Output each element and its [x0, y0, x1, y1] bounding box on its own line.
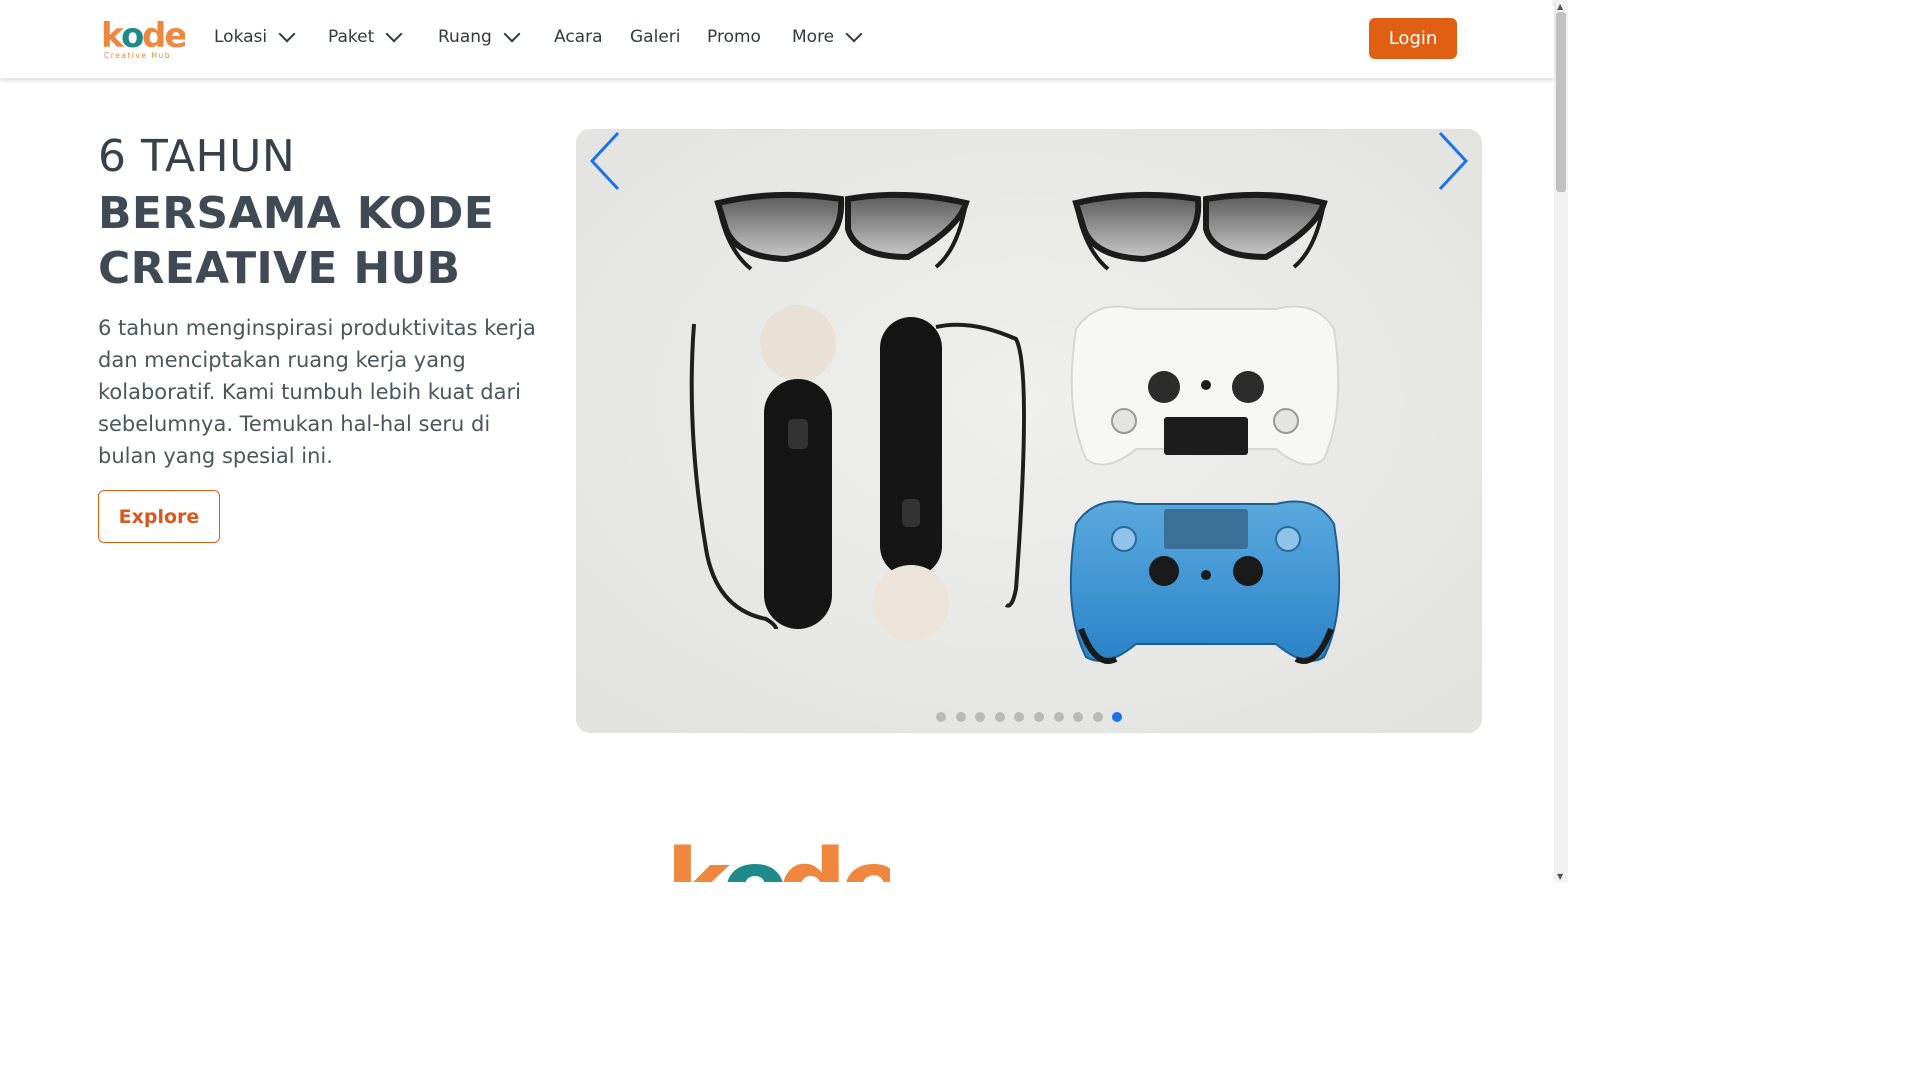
gamepad-blue [1069, 500, 1341, 664]
chevron-right-icon[interactable] [1434, 129, 1474, 193]
svg-text:Creative Hub: Creative Hub [104, 51, 171, 60]
page-scrollbar[interactable]: ▲ ▼ [1554, 0, 1568, 882]
nav-item-acara[interactable]: Acara [554, 27, 603, 47]
carousel-dot[interactable] [936, 712, 946, 722]
nav-item-label: Galeri [630, 27, 681, 47]
top-navbar: k o de Creative Hub Lokasi Paket Ruang A… [0, 0, 1554, 79]
nav-item-more[interactable]: More [792, 25, 863, 47]
carousel-dot[interactable] [975, 712, 986, 722]
carousel-dot[interactable] [955, 712, 966, 722]
chevron-down-icon [845, 25, 863, 43]
nav-item-label: Lokasi [214, 27, 268, 47]
scroll-up-arrow-icon[interactable]: ▲ [1557, 2, 1565, 11]
chevron-down-icon [385, 25, 403, 43]
nav-item-label: More [792, 27, 835, 47]
nav-item-paket[interactable]: Paket [328, 25, 403, 47]
nav-item-label: Ruang [438, 27, 492, 47]
chevron-down-icon [503, 25, 521, 43]
svg-text:o: o [722, 838, 784, 882]
explore-button[interactable]: Explore [98, 490, 220, 543]
carousel-dot[interactable] [1112, 712, 1123, 722]
kode-logo[interactable]: k o de Creative Hub [101, 17, 185, 61]
hero-title-light: 6 TAHUN [98, 131, 296, 182]
nav-item-promo[interactable]: Promo [707, 27, 761, 47]
scrollbar-thumb[interactable] [1556, 12, 1566, 192]
hero-description: 6 tahun menginspirasi produktivitas kerj… [98, 316, 536, 468]
nav-item-galeri[interactable]: Galeri [630, 27, 681, 47]
chevron-down-icon [278, 25, 296, 43]
carousel-dot[interactable] [1033, 712, 1044, 722]
hero-carousel [576, 129, 1482, 733]
nav-item-label: Paket [328, 27, 375, 47]
nav-item-lokasi[interactable]: Lokasi [214, 25, 296, 47]
chevron-left-icon[interactable] [588, 129, 628, 193]
carousel-dot[interactable] [1092, 712, 1103, 722]
login-button[interactable]: Login [1369, 18, 1457, 59]
carousel-indicators [936, 712, 1123, 722]
hero-title-bold: BERSAMA KODE CREATIVE HUB [98, 188, 495, 294]
scroll-down-arrow-icon[interactable]: ▼ [1557, 872, 1565, 881]
svg-text:de: de [778, 838, 890, 882]
nav-item-label: Acara [554, 27, 603, 47]
carousel-slide-image [576, 129, 1482, 733]
carousel-dot[interactable] [1053, 712, 1064, 722]
gamepad-white [1070, 305, 1340, 466]
kode-logo-large: k o de [666, 838, 890, 882]
carousel-dot[interactable] [1073, 712, 1084, 722]
nav-item-ruang[interactable]: Ruang [438, 25, 521, 47]
nav-item-label: Promo [707, 27, 761, 47]
carousel-dot[interactable] [994, 712, 1005, 722]
carousel-dot[interactable] [1014, 712, 1025, 722]
